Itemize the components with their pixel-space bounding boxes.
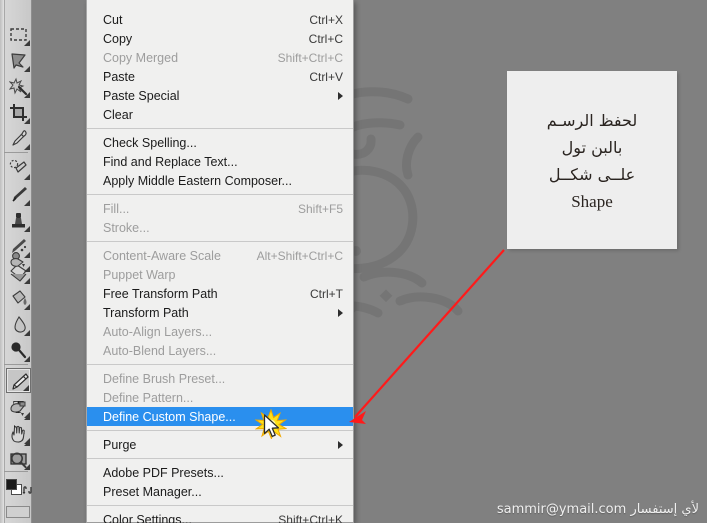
menu-item-label: Free Transform Path (103, 286, 218, 301)
menu-item-label: Color Settings... (103, 512, 192, 523)
foreground-color-swatch[interactable] (6, 479, 17, 490)
menu-item-shortcut: Shift+Ctrl+C (277, 50, 343, 65)
menu-item-label: Define Custom Shape... (103, 409, 236, 424)
menu-item-define-custom-shape[interactable]: Define Custom Shape... (87, 407, 353, 426)
menu-item-define-brush-preset: Define Brush Preset... (87, 369, 353, 388)
menu-item-label: Puppet Warp (103, 267, 176, 282)
menu-item-label: Adobe PDF Presets... (103, 465, 224, 480)
edit-menu-items[interactable]: Cut Ctrl+X Copy Ctrl+C Copy Merged Shift+Ctrl… (87, 10, 353, 523)
menu-item-check-spelling[interactable]: Check Spelling... (87, 133, 353, 152)
menu-item-shortcut: Ctrl+C (308, 31, 343, 46)
menu-item-auto-align-layers: Auto-Align Layers... (87, 322, 353, 341)
menu-item-label: Fill... (103, 201, 130, 216)
callout-line-1: لحفظ الرسـم (546, 110, 638, 130)
menu-item-shortcut: Shift+F5 (297, 201, 343, 216)
menu-item-shortcut: Ctrl+V (309, 69, 343, 84)
menu-item-fill: Fill... Shift+F5 (87, 199, 353, 218)
submenu-arrow-icon (338, 440, 343, 449)
menu-item-copy-merged: Copy Merged Shift+Ctrl+C (87, 48, 353, 67)
menu-item-free-transform-path[interactable]: Free Transform Path Ctrl+T (87, 284, 353, 303)
flyout-triangle-icon (24, 414, 30, 420)
menu-item-label: Paste Special (103, 88, 180, 103)
menu-item-puppet-warp: Puppet Warp (87, 265, 353, 284)
tool-3d-camera-rotate[interactable] (6, 396, 31, 421)
menu-item-cut[interactable]: Cut Ctrl+X (87, 10, 353, 29)
submenu-arrow-icon (338, 308, 343, 317)
menu-item-label: Transform Path (103, 305, 189, 320)
photoshop-window: T (0, 0, 707, 523)
menu-item-label: Auto-Blend Layers... (103, 343, 217, 358)
menu-item-paste[interactable]: Paste Ctrl+V (87, 67, 353, 86)
menu-item-color-settings[interactable]: Color Settings... Shift+Ctrl+K (87, 510, 353, 523)
instruction-callout: لحفظ الرسـم بالبن تول علــى شكــل Shape (507, 71, 677, 249)
menu-item-label: Preset Manager... (103, 484, 202, 499)
menu-item-find-and-replace-text[interactable]: Find and Replace Text... (87, 152, 353, 171)
menu-item-label: Copy (103, 31, 133, 46)
quick-mask-toggle[interactable] (6, 506, 30, 518)
menu-item-label: Check Spelling... (103, 135, 197, 150)
menu-item-copy[interactable]: Copy Ctrl+C (87, 29, 353, 48)
submenu-arrow-icon (338, 91, 343, 100)
menu-item-auto-blend-layers: Auto-Blend Layers... (87, 341, 353, 360)
swap-colors-icon[interactable] (22, 484, 34, 496)
menu-item-content-aware-scale: Content-Aware Scale Alt+Shift+Ctrl+C (87, 246, 353, 265)
callout-line-4: Shape (571, 191, 613, 211)
contact-prefix: لأي إستفسار (630, 502, 699, 517)
menu-item-transform-path[interactable]: Transform Path (87, 303, 353, 322)
menu-item-define-pattern: Define Pattern... (87, 388, 353, 407)
menu-item-label: Clear (103, 107, 133, 122)
menu-item-paste-special[interactable]: Paste Special (87, 86, 353, 105)
menu-item-label: Paste (103, 69, 135, 84)
menu-item-label: Apply Middle Eastern Composer... (103, 173, 292, 188)
tool-zoom[interactable] (6, 448, 31, 473)
menu-top-padding (87, 0, 353, 10)
menu-item-preset-manager[interactable]: Preset Manager... (87, 482, 353, 501)
menu-item-label: Copy Merged (103, 50, 179, 65)
menu-separator (87, 241, 353, 242)
menu-separator (87, 128, 353, 129)
menu-item-label: Define Pattern... (103, 390, 194, 405)
menu-separator (87, 505, 353, 506)
menu-separator (87, 458, 353, 459)
menu-item-shortcut: Alt+Shift+Ctrl+C (256, 248, 343, 263)
contact-note: لأي إستفسار sammir@ymail.com (497, 502, 699, 517)
menu-separator (87, 430, 353, 431)
menu-item-shortcut: Ctrl+T (310, 286, 343, 301)
mouse-cursor (263, 414, 280, 438)
menu-item-shortcut: Ctrl+X (309, 12, 343, 27)
menu-separator (87, 194, 353, 195)
menu-item-label: Purge (103, 437, 137, 452)
contact-email: sammir@ymail.com (496, 502, 627, 517)
flyout-triangle-icon (24, 440, 30, 446)
menu-item-stroke: Stroke... (87, 218, 353, 237)
menu-item-clear[interactable]: Clear (87, 105, 353, 124)
menu-item-label: Content-Aware Scale (103, 248, 221, 263)
menu-item-adobe-pdf-presets[interactable]: Adobe PDF Presets... (87, 463, 353, 482)
menu-item-label: Cut (103, 12, 123, 27)
flyout-triangle-icon (24, 266, 30, 272)
menu-item-label: Auto-Align Layers... (103, 324, 213, 339)
magnifier-icon (11, 452, 27, 468)
menu-separator (87, 364, 353, 365)
menu-item-apply-middle-eastern-composer[interactable]: Apply Middle Eastern Composer... (87, 171, 353, 190)
menu-item-label: Define Brush Preset... (103, 371, 226, 386)
menu-item-label: Find and Replace Text... (103, 154, 238, 169)
menu-item-shortcut: Shift+Ctrl+K (278, 512, 343, 523)
callout-line-3: علــى شكــل (548, 164, 636, 184)
tool-3d-object-rotate[interactable] (6, 248, 31, 273)
tool-hand[interactable] (6, 422, 31, 447)
menu-item-purge[interactable]: Purge (87, 435, 353, 454)
callout-line-2: بالبن تول (561, 137, 623, 157)
menu-item-label: Stroke... (103, 220, 150, 235)
edit-menu[interactable]: Cut Ctrl+X Copy Ctrl+C Copy Merged Shift+Ctrl… (86, 0, 354, 523)
